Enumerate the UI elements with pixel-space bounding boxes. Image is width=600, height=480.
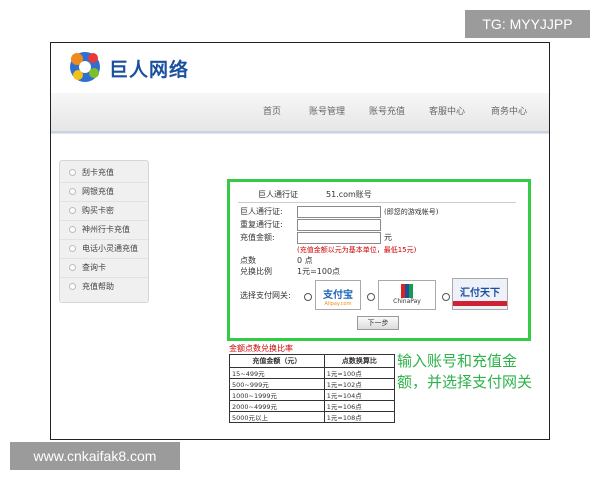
rate-header-ratio: 点数换算比: [323, 354, 396, 368]
site-header: 巨人网络: [51, 43, 549, 93]
giant-logo-icon: [70, 52, 100, 82]
watermark-bottom: www.cnkaifak8.com: [10, 442, 180, 470]
rate-ratio: 1元=106点: [323, 400, 396, 412]
rate-ratio: 1元=108点: [323, 411, 396, 423]
nav-support[interactable]: 客服中心: [429, 104, 465, 117]
bullet-icon: [69, 207, 76, 214]
rate-header-amount: 充值金额（元）: [229, 354, 325, 368]
gateway-label: 选择支付网关:: [240, 291, 291, 300]
sidebar-item-szx-recharge[interactable]: 神州行卡充值: [60, 220, 148, 240]
rate-amount: 500~999元: [229, 378, 325, 390]
rate-amount: 1000~1999元: [229, 389, 325, 401]
points-value: 0 点: [297, 256, 313, 265]
sidebar-item-query-card[interactable]: 查询卡: [60, 258, 148, 278]
repeat-pass-input[interactable]: [297, 219, 381, 231]
pass-input[interactable]: [297, 206, 381, 218]
sidebar-item-card-recharge[interactable]: 刮卡充值: [60, 163, 148, 183]
huifu-logo-icon[interactable]: 汇付天下: [452, 278, 508, 310]
pass-hint: (即您的游戏帐号): [384, 208, 439, 216]
bullet-icon: [69, 283, 76, 290]
bullet-icon: [69, 169, 76, 176]
rate-ratio: 1元=100点: [323, 367, 396, 379]
table-row: 2000~4999元 1元=106点: [229, 400, 396, 412]
sidebar-item-buy-card[interactable]: 购买卡密: [60, 201, 148, 221]
amount-note: (充值金额以元为基本单位，最低15元): [297, 246, 417, 254]
table-row: 5000元以上 1元=108点: [229, 411, 396, 423]
gateway-radio-chinapay[interactable]: [367, 293, 375, 301]
sidebar-item-help[interactable]: 充值帮助: [60, 277, 148, 296]
nav-home[interactable]: 首页: [263, 104, 281, 117]
watermark-top: TG: MYYJJPP: [465, 10, 590, 38]
amount-input[interactable]: [297, 232, 381, 244]
main-nav: 首页 账号管理 账号充值 客服中心 商务中心: [51, 93, 549, 133]
instruction-annotation: 输入账号和充值金额，并选择支付网关: [397, 352, 533, 391]
rate-amount: 2000~4999元: [229, 400, 325, 412]
gateway-radio-alipay[interactable]: [304, 293, 312, 301]
chinapay-logo-icon[interactable]: ChinaPay: [378, 280, 436, 310]
browser-page: 巨人网络 首页 账号管理 账号充值 客服中心 商务中心 刮卡充值 网银充值 购买…: [50, 42, 550, 440]
rate-table-title: 金额点数兑换比率: [229, 344, 293, 353]
rate-table: 充值金额（元） 点数换算比 15~499元 1元=100点 500~999元 1…: [229, 354, 396, 423]
sidebar: 刮卡充值 网银充值 购买卡密 神州行卡充值 电话小灵通充值 查询卡 充值帮助: [59, 160, 149, 303]
rate-amount: 5000元以上: [229, 411, 325, 423]
bullet-icon: [69, 226, 76, 233]
recharge-form-panel: 巨人通行证 51.com账号 巨人通行证: (即您的游戏帐号) 重复通行证: 充…: [227, 179, 531, 341]
repeat-label: 重复通行证:: [240, 220, 283, 229]
amount-label: 充值金额:: [240, 233, 275, 242]
brand-name: 巨人网络: [109, 59, 190, 81]
table-row: 500~999元 1元=102点: [229, 378, 396, 390]
account-type-tabs: 巨人通行证 51.com账号: [238, 186, 516, 203]
table-header-row: 充值金额（元） 点数换算比: [229, 354, 396, 368]
nav-recharge[interactable]: 账号充值: [369, 104, 405, 117]
table-row: 15~499元 1元=100点: [229, 367, 396, 379]
table-row: 1000~1999元 1元=104点: [229, 389, 396, 401]
ratio-label: 兑换比例: [240, 267, 272, 276]
tab-giant-pass[interactable]: 巨人通行证: [258, 189, 298, 200]
sidebar-item-bank-recharge[interactable]: 网银充值: [60, 182, 148, 202]
ratio-value: 1元=100点: [297, 267, 341, 276]
amount-unit: 元: [384, 233, 392, 242]
bullet-icon: [69, 188, 76, 195]
nav-account[interactable]: 账号管理: [309, 104, 345, 117]
alipay-logo-icon[interactable]: 支付宝 Alipay.com: [315, 280, 361, 310]
header-divider: [51, 133, 549, 134]
nav-business[interactable]: 商务中心: [491, 104, 527, 117]
rate-ratio: 1元=104点: [323, 389, 396, 401]
points-label: 点数: [240, 256, 256, 265]
next-step-button[interactable]: 下一步: [357, 316, 399, 330]
rate-amount: 15~499元: [229, 367, 325, 379]
bullet-icon: [69, 264, 76, 271]
bullet-icon: [69, 245, 76, 252]
sidebar-item-phone-recharge[interactable]: 电话小灵通充值: [60, 239, 148, 259]
tab-51-account[interactable]: 51.com账号: [326, 189, 372, 200]
gateway-radio-huifu[interactable]: [442, 293, 450, 301]
pass-label: 巨人通行证:: [240, 207, 283, 216]
rate-ratio: 1元=102点: [323, 378, 396, 390]
